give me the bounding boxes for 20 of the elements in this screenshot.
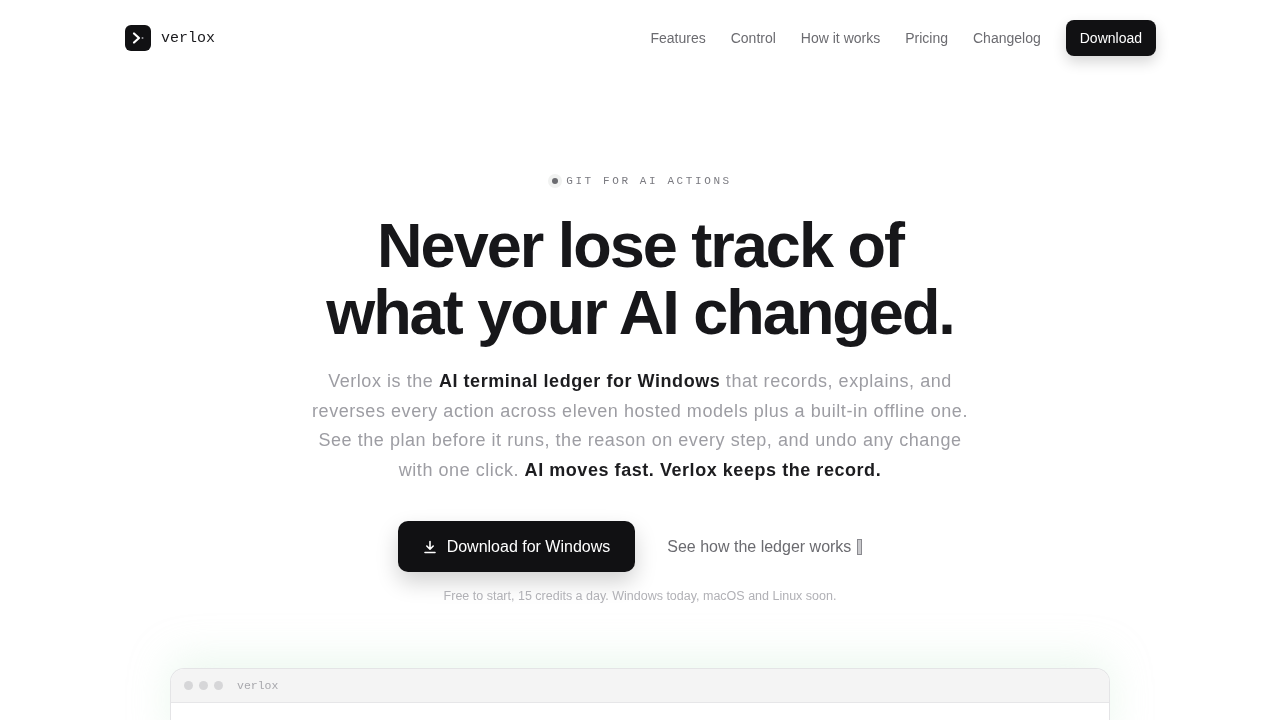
hero-heading: Never lose track of (377, 212, 903, 279)
hero-description: Verlox is the AI terminal ledger for Windows that records, explains, and reverses every action across eleven hosted models plus a built-in offline one. See the plan before it runs, the reason on every step, and undo any change with one click. AI moves fast. Verlox keeps the record. (311, 370, 969, 482)
nav-link[interactable]: Control (730, 30, 776, 46)
hero-heading: what your AI changed. (326, 279, 954, 346)
window-dots-icon (184, 681, 223, 690)
nav-link[interactable]: Pricing (905, 30, 948, 46)
download-icon (422, 539, 437, 554)
download-button[interactable]: Download (1065, 20, 1156, 56)
glyph-box-icon (857, 538, 863, 555)
nav-link[interactable]: How it works (800, 30, 881, 46)
download-windows-button[interactable]: Download for Windows (397, 521, 636, 572)
ledger-link[interactable]: See how the ledger works (667, 537, 863, 556)
prompt-chevron-icon (125, 25, 151, 51)
window-title: verlox (237, 679, 279, 692)
nav-link[interactable]: Changelog (973, 30, 1041, 46)
brand-logo[interactable]: verlox (125, 25, 215, 51)
dot-icon (548, 174, 563, 188)
availability-note: Free to start, 15 credits a day. Windows today, macOS and Linux soon. (443, 588, 837, 605)
nav-link[interactable]: Features (650, 30, 706, 46)
eyebrow-label: GIT FOR AI ACTIONS (566, 175, 732, 187)
